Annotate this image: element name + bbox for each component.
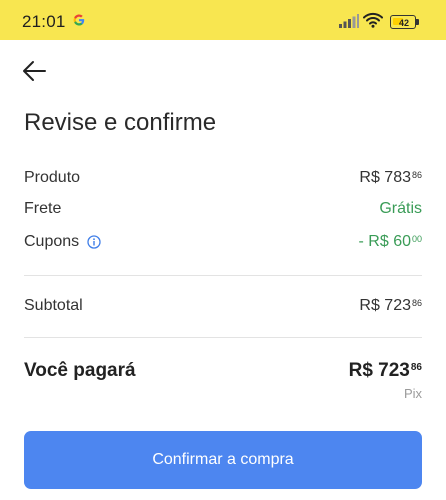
wifi-icon <box>363 12 383 28</box>
battery-icon: 42 <box>390 15 420 29</box>
total-amount: R$ 72386 <box>349 360 422 382</box>
divider <box>24 337 422 338</box>
signal-icon <box>339 14 359 28</box>
arrow-left-icon <box>23 61 46 81</box>
payment-method: Pix <box>403 386 422 401</box>
product-amount-cents: 86 <box>411 170 422 180</box>
product-amount: R$ 78386 <box>359 169 422 187</box>
coupons-row: Cupons - R$ 6000 <box>24 231 422 255</box>
back-button[interactable] <box>14 54 54 88</box>
subtotal-row: Subtotal R$ 72386 <box>24 295 422 319</box>
page-title: Revise e confirme <box>24 109 217 136</box>
confirm-purchase-button[interactable]: Confirmar a compra <box>24 431 422 489</box>
status-bar: 21:01 42 <box>0 0 446 40</box>
coupons-label-group: Cupons <box>24 233 101 251</box>
status-time: 21:01 <box>22 12 66 31</box>
coupons-amount: - R$ 6000 <box>359 233 422 251</box>
subtotal-amount: R$ 72386 <box>359 297 422 315</box>
subtotal-amount-main: R$ 723 <box>359 297 411 314</box>
total-amount-main: R$ 723 <box>348 360 410 381</box>
product-label: Produto <box>24 169 81 186</box>
coupons-amount-cents: 00 <box>411 234 422 244</box>
subtotal-label: Subtotal <box>24 297 83 314</box>
total-label: Você pagará <box>24 360 136 381</box>
total-amount-cents: 86 <box>410 362 422 373</box>
product-amount-main: R$ 783 <box>359 169 411 186</box>
coupons-label: Cupons <box>24 233 80 250</box>
coupons-amount-main: - R$ 60 <box>358 233 411 250</box>
product-row: Produto R$ 78386 <box>24 167 422 191</box>
subtotal-amount-cents: 86 <box>411 298 422 308</box>
google-icon <box>73 14 85 26</box>
shipping-label: Frete <box>24 200 62 217</box>
battery-level: 42 <box>398 18 409 28</box>
info-icon[interactable] <box>87 235 101 249</box>
shipping-row: Frete Grátis <box>24 198 422 222</box>
divider <box>24 275 422 276</box>
shipping-value: Grátis <box>379 200 422 217</box>
